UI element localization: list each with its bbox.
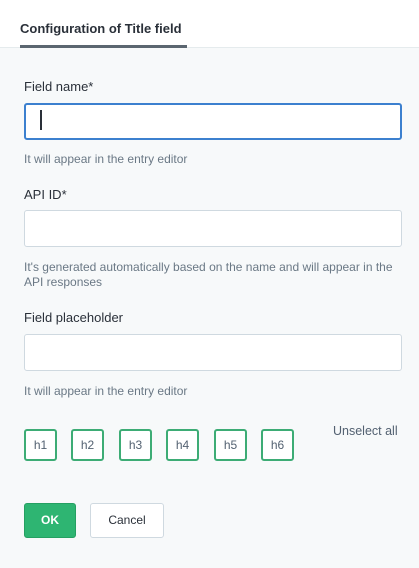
api-id-hint: It's generated automatically based on th… [24, 260, 393, 289]
tab-configuration[interactable]: Configuration of Title field [20, 0, 187, 48]
api-id-input[interactable] [24, 210, 402, 247]
field-name-label: Field name* [24, 79, 94, 94]
heading-h5-toggle[interactable]: h5 [214, 429, 247, 461]
heading-h2-toggle[interactable]: h2 [71, 429, 104, 461]
text-caret [40, 110, 42, 130]
field-placeholder-hint: It will appear in the entry editor [24, 384, 188, 398]
heading-h4-toggle[interactable]: h4 [166, 429, 199, 461]
heading-h6-toggle[interactable]: h6 [261, 429, 294, 461]
heading-h3-toggle[interactable]: h3 [119, 429, 152, 461]
field-placeholder-label: Field placeholder [24, 310, 124, 325]
heading-h1-toggle[interactable]: h1 [24, 429, 57, 461]
unselect-all-link[interactable]: Unselect all [333, 424, 398, 438]
cancel-button[interactable]: Cancel [90, 503, 164, 538]
field-name-input[interactable] [24, 103, 402, 140]
api-id-label: API ID* [24, 187, 67, 202]
field-placeholder-input[interactable] [24, 334, 402, 371]
field-configuration-dialog: Configuration of Title field Field name*… [0, 0, 419, 568]
field-name-hint: It will appear in the entry editor [24, 152, 188, 166]
dialog-body: Field name* It will appear in the entry … [0, 49, 419, 568]
ok-button[interactable]: OK [24, 503, 76, 538]
dialog-header: Configuration of Title field [0, 0, 419, 48]
